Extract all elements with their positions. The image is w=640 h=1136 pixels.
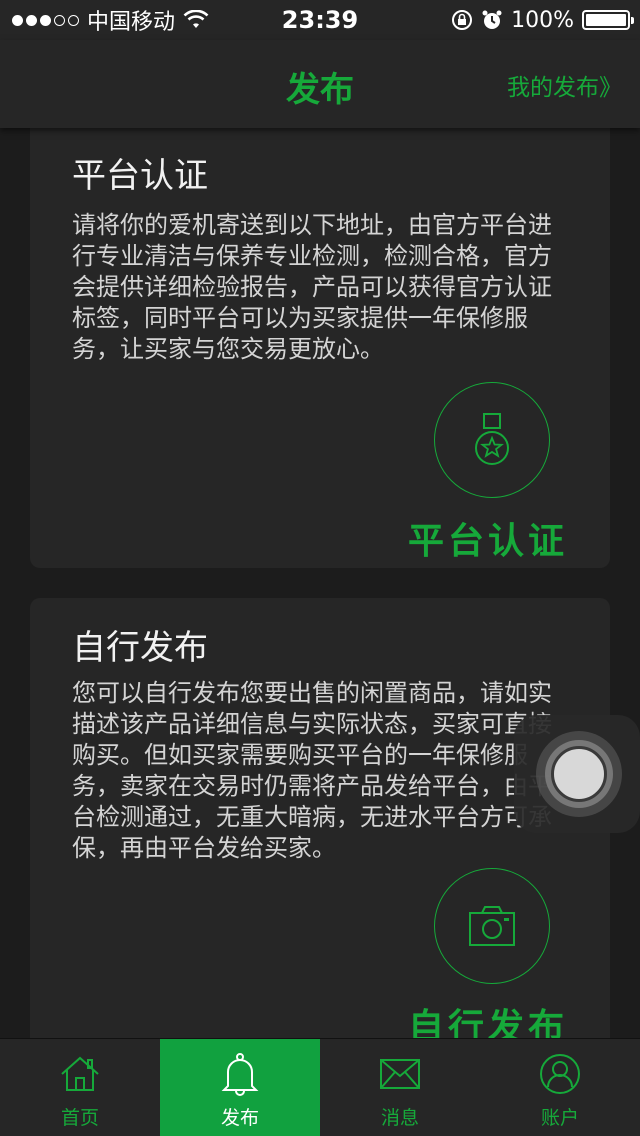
tab-label: 发布 bbox=[220, 1107, 259, 1129]
medal-icon bbox=[475, 413, 509, 465]
platform-certification-button[interactable] bbox=[434, 382, 550, 498]
signal-dot bbox=[12, 14, 23, 26]
bell-icon bbox=[220, 1051, 260, 1097]
signal-dot bbox=[40, 14, 51, 26]
my-posts-link[interactable]: 我的发布》 bbox=[507, 68, 622, 102]
card-description: 您可以自行发布您要出售的闲置商品，请如实描述该产品详细信息与实际状态，买家可直接… bbox=[72, 679, 552, 862]
home-icon bbox=[58, 1051, 102, 1097]
status-right: 100% bbox=[451, 6, 634, 34]
nav-bar: 发布 我的发布》 bbox=[0, 40, 640, 128]
rotation-lock-icon bbox=[452, 10, 473, 30]
carrier-name: 中国移动 bbox=[87, 10, 176, 35]
platform-certification-card: 平台认证 请将你的爱机寄送到以下地址，由官方平台进行专业清洁与保养专业检测，检测… bbox=[30, 128, 610, 568]
wifi-icon bbox=[183, 10, 209, 28]
tab-label: 消息 bbox=[380, 1107, 419, 1129]
camera-icon bbox=[469, 906, 515, 946]
status-bar: 中国移动 23:39 100% bbox=[0, 0, 640, 40]
assistive-ring bbox=[551, 746, 607, 802]
content-area[interactable]: 平台认证 请将你的爱机寄送到以下地址，由官方平台进行专业清洁与保养专业检测，检测… bbox=[0, 128, 640, 1038]
tab-label: 账户 bbox=[540, 1107, 579, 1129]
signal-dot bbox=[54, 14, 65, 26]
tab-account[interactable]: 账户 bbox=[480, 1039, 640, 1136]
assistive-touch-button[interactable] bbox=[514, 715, 640, 833]
envelope-icon bbox=[378, 1051, 422, 1097]
platform-certification-label[interactable]: 平台认证 bbox=[408, 512, 568, 564]
card-description: 请将你的爱机寄送到以下地址，由官方平台进行专业清洁与保养专业检测，检测合格，官方… bbox=[72, 211, 552, 363]
card-title: 平台认证 bbox=[72, 156, 208, 196]
self-publish-label[interactable]: 自行发布 bbox=[408, 998, 568, 1038]
battery-fill bbox=[586, 14, 626, 26]
tab-label: 首页 bbox=[60, 1107, 99, 1129]
alarm-icon bbox=[482, 10, 502, 29]
battery-percent: 100% bbox=[511, 7, 574, 33]
tab-publish[interactable]: 发布 bbox=[160, 1039, 320, 1136]
signal-strength-icon bbox=[12, 14, 79, 26]
card-title: 自行发布 bbox=[72, 628, 208, 668]
signal-dot bbox=[26, 14, 37, 26]
status-left: 中国移动 bbox=[12, 6, 209, 35]
tab-messages[interactable]: 消息 bbox=[320, 1039, 480, 1136]
signal-dot bbox=[68, 14, 79, 26]
tab-bar: 首页 发布 消息 账户 bbox=[0, 1038, 640, 1136]
tab-home[interactable]: 首页 bbox=[0, 1039, 160, 1136]
battery-icon bbox=[582, 10, 634, 30]
self-publish-button[interactable] bbox=[434, 868, 550, 984]
user-icon bbox=[539, 1051, 581, 1097]
